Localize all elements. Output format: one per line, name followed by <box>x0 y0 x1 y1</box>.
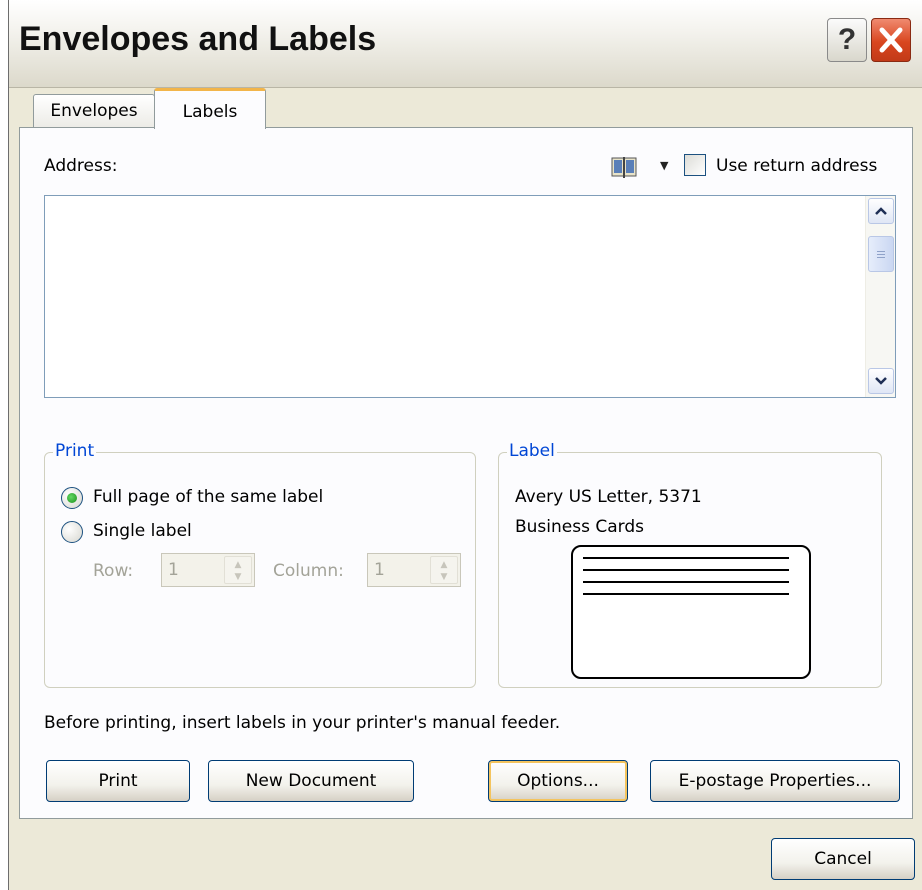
label-product-text: Business Cards <box>515 517 644 537</box>
tab-envelopes-label: Envelopes <box>50 101 138 121</box>
chevron-down-icon[interactable]: ▼ <box>660 159 668 172</box>
printer-feed-instructions: Before printing, insert labels in your p… <box>44 713 561 733</box>
chevron-up-icon <box>875 207 887 215</box>
row-value: 1 <box>168 560 179 580</box>
label-group[interactable]: Label Avery US Letter, 5371 Business Car… <box>498 441 882 688</box>
preview-line <box>583 593 789 595</box>
close-button[interactable] <box>871 18 911 62</box>
tab-strip: Envelopes Labels <box>9 88 922 129</box>
scroll-thumb[interactable] <box>868 236 894 272</box>
label-group-legend: Label <box>507 441 557 461</box>
chevron-down-icon <box>875 377 887 385</box>
close-icon <box>879 27 903 53</box>
row-spin-arrows: ▲ ▼ <box>224 556 252 584</box>
epostage-properties-button[interactable]: E-postage Properties... <box>650 760 900 802</box>
preview-line <box>583 557 789 559</box>
help-icon: ? <box>837 23 857 56</box>
column-spin-arrows: ▲ ▼ <box>430 556 458 584</box>
new-document-button[interactable]: New Document <box>208 760 414 802</box>
tab-envelopes[interactable]: Envelopes <box>33 94 155 128</box>
print-button[interactable]: Print <box>46 760 190 802</box>
column-value: 1 <box>374 560 385 580</box>
window-title: Envelopes and Labels <box>19 20 377 58</box>
column-spinner: 1 ▲ ▼ <box>367 553 461 587</box>
title-bar[interactable]: Envelopes and Labels ? <box>9 0 922 88</box>
tab-labels-label: Labels <box>182 102 238 122</box>
address-scrollbar[interactable] <box>865 196 895 397</box>
preview-line <box>583 581 789 583</box>
print-group: Print Full page of the same label Single… <box>44 441 476 688</box>
column-label: Column: <box>273 561 344 581</box>
radio-selected-dot <box>67 493 77 503</box>
use-return-address-label[interactable]: Use return address <box>716 156 877 176</box>
single-label-label[interactable]: Single label <box>93 521 192 541</box>
use-return-address-checkbox[interactable] <box>684 154 706 176</box>
labels-tab-panel: Address: ▼ Use return address Print Full… <box>19 127 913 819</box>
cancel-button[interactable]: Cancel <box>771 838 915 880</box>
scroll-up-button[interactable] <box>868 198 894 224</box>
full-page-label[interactable]: Full page of the same label <box>93 487 323 507</box>
address-book-icon[interactable] <box>610 156 640 185</box>
full-page-radio[interactable] <box>61 487 83 509</box>
help-button[interactable]: ? <box>827 18 867 62</box>
options-button[interactable]: Options... <box>488 760 628 802</box>
print-group-legend: Print <box>53 441 97 461</box>
row-label: Row: <box>93 561 134 581</box>
address-textarea[interactable] <box>44 195 896 398</box>
preview-line <box>583 569 789 571</box>
row-spinner: 1 ▲ ▼ <box>161 553 255 587</box>
scroll-down-button[interactable] <box>868 368 894 394</box>
tab-labels[interactable]: Labels <box>154 88 266 129</box>
envelopes-and-labels-dialog: Envelopes and Labels ? Envelopes Labels … <box>8 0 922 890</box>
label-preview-image[interactable] <box>571 545 811 679</box>
single-label-radio[interactable] <box>61 521 83 543</box>
address-label: Address: <box>44 156 118 176</box>
label-vendor-text: Avery US Letter, 5371 <box>515 487 702 507</box>
